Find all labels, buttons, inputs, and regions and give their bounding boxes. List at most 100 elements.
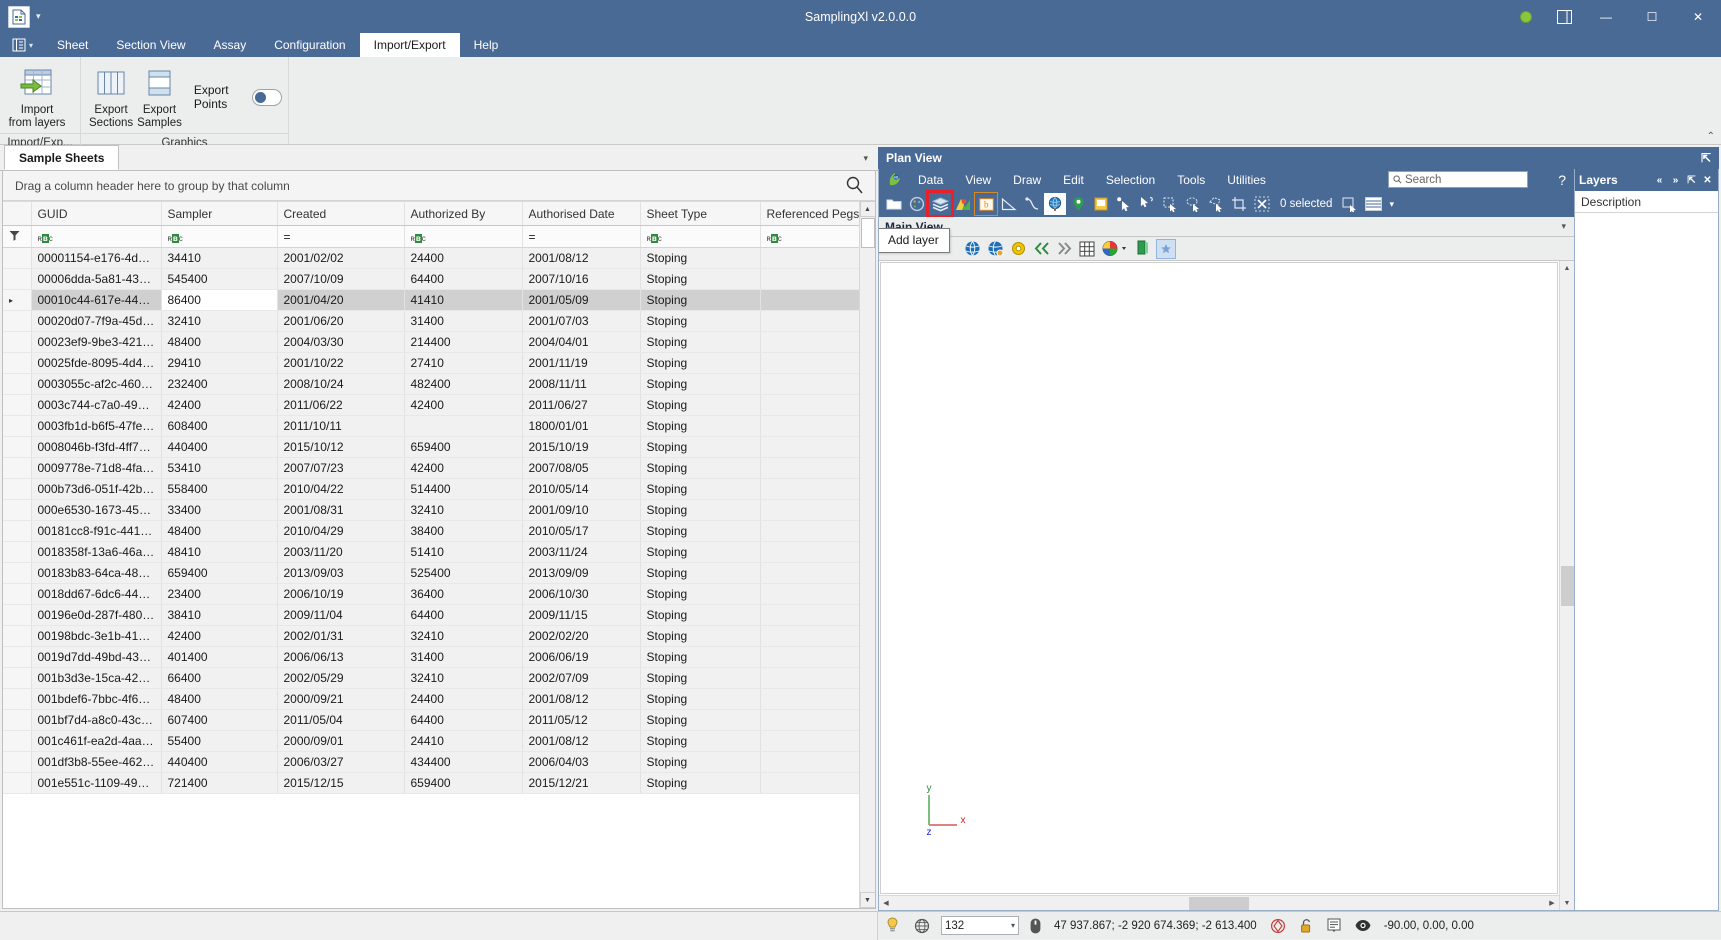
selection-copy-icon[interactable] (1339, 193, 1361, 215)
cell-referenced-pegs[interactable] (760, 290, 859, 311)
table-row[interactable]: 00001154-e176-4d27-...344102001/02/02244… (3, 248, 859, 269)
cell-guid[interactable]: 001c461f-ea2d-4aa1-8... (31, 731, 161, 752)
cell-referenced-pegs[interactable] (760, 353, 859, 374)
cell-referenced-pegs[interactable] (760, 374, 859, 395)
plan-view-search-box[interactable]: Search (1388, 171, 1528, 188)
cell-created[interactable]: 2002/01/31 (277, 626, 404, 647)
cell-authorized-by[interactable] (404, 416, 522, 437)
cell-sheet-type[interactable]: Stoping (640, 773, 760, 794)
cell-sampler[interactable]: 86400 (161, 290, 277, 311)
table-row[interactable]: 001bdef6-7bbc-4f62-a...484002000/09/2124… (3, 689, 859, 710)
table-row[interactable]: 0009778e-71d8-4faa-b...534102007/07/2342… (3, 458, 859, 479)
row-indicator[interactable] (3, 416, 31, 437)
canvas-scroll-up-button[interactable]: ▲ (1560, 261, 1574, 275)
cell-authorized-by[interactable]: 24410 (404, 731, 522, 752)
cell-authorized-by[interactable]: 64400 (404, 710, 522, 731)
cell-referenced-pegs[interactable] (760, 521, 859, 542)
tab-sheet[interactable]: Sheet (43, 33, 102, 57)
row-indicator[interactable] (3, 332, 31, 353)
cell-guid[interactable]: 0008046b-f3fd-4ff7-b... (31, 437, 161, 458)
cell-sampler[interactable]: 42400 (161, 626, 277, 647)
cell-authorised-date[interactable]: 2006/10/30 (522, 584, 640, 605)
cell-created[interactable]: 2001/06/20 (277, 311, 404, 332)
cell-referenced-pegs[interactable] (760, 332, 859, 353)
menu-edit[interactable]: Edit (1052, 169, 1095, 191)
filter-cell-guid[interactable]: ʀвᴄ (31, 226, 161, 248)
cell-sheet-type[interactable]: Stoping (640, 752, 760, 773)
plan-view-canvas[interactable]: y x z (880, 262, 1558, 894)
minimize-button[interactable]: — (1583, 0, 1629, 33)
cell-sampler[interactable]: 48400 (161, 689, 277, 710)
cell-sheet-type[interactable]: Stoping (640, 332, 760, 353)
table-row[interactable]: 0003c744-c7a0-492c-9...424002011/06/2242… (3, 395, 859, 416)
cell-guid[interactable]: 0018358f-13a6-46a8-8... (31, 542, 161, 563)
pin-icon[interactable]: ⇱ (1685, 175, 1698, 186)
cell-sheet-type[interactable]: Stoping (640, 416, 760, 437)
select-point-icon[interactable] (1113, 193, 1135, 215)
cell-created[interactable]: 2010/04/29 (277, 521, 404, 542)
menu-tools[interactable]: Tools (1166, 169, 1216, 191)
table-row[interactable]: 001df3b8-55ee-4624-b...4404002006/03/274… (3, 752, 859, 773)
layout-toggle-icon[interactable] (1545, 0, 1583, 33)
cell-referenced-pegs[interactable] (760, 689, 859, 710)
cell-referenced-pegs[interactable] (760, 437, 859, 458)
row-indicator[interactable] (3, 563, 31, 584)
cell-authorised-date[interactable]: 2001/08/12 (522, 731, 640, 752)
cell-sheet-type[interactable]: Stoping (640, 731, 760, 752)
cell-sheet-type[interactable]: Stoping (640, 542, 760, 563)
cell-sheet-type[interactable]: Stoping (640, 311, 760, 332)
tab-import-export[interactable]: Import/Export (360, 33, 460, 57)
cell-sampler[interactable]: 29410 (161, 353, 277, 374)
zoom-level-combo[interactable]: 132 ▾ (941, 916, 1019, 935)
bookmark-icon[interactable] (1133, 239, 1153, 259)
cell-sheet-type[interactable]: Stoping (640, 374, 760, 395)
map-pin-icon[interactable] (952, 193, 974, 215)
cell-guid[interactable]: 00001154-e176-4d27-... (31, 248, 161, 269)
cell-created[interactable]: 2015/12/15 (277, 773, 404, 794)
view-tab-caret-icon[interactable]: ▾ (1561, 221, 1566, 232)
cell-referenced-pegs[interactable] (760, 731, 859, 752)
cell-sampler[interactable]: 42400 (161, 395, 277, 416)
cell-authorized-by[interactable]: 64400 (404, 269, 522, 290)
cell-authorized-by[interactable]: 32410 (404, 626, 522, 647)
document-tab-caret-icon[interactable]: ▾ (863, 153, 868, 164)
cell-authorized-by[interactable]: 41410 (404, 290, 522, 311)
filter-cell-authorized-by[interactable]: ʀвᴄ (404, 226, 522, 248)
canvas-vscroll-thumb[interactable] (1561, 566, 1574, 606)
column-header-sheet-type[interactable]: Sheet Type (640, 202, 760, 226)
cell-referenced-pegs[interactable] (760, 542, 859, 563)
cell-authorized-by[interactable]: 214400 (404, 332, 522, 353)
cell-sampler[interactable]: 55400 (161, 731, 277, 752)
row-indicator[interactable] (3, 248, 31, 269)
cell-sampler[interactable]: 545400 (161, 269, 277, 290)
cell-referenced-pegs[interactable] (760, 752, 859, 773)
cell-referenced-pegs[interactable] (760, 626, 859, 647)
cell-authorized-by[interactable]: 482400 (404, 374, 522, 395)
cell-sheet-type[interactable]: Stoping (640, 605, 760, 626)
cell-referenced-pegs[interactable] (760, 416, 859, 437)
cell-referenced-pegs[interactable] (760, 395, 859, 416)
cell-authorized-by[interactable]: 27410 (404, 353, 522, 374)
cell-guid[interactable]: 0019d7dd-49bd-43c4-9... (31, 647, 161, 668)
cell-referenced-pegs[interactable] (760, 248, 859, 269)
table-row[interactable]: 00198bdc-3e1b-41cc-a...424002002/01/3132… (3, 626, 859, 647)
row-indicator[interactable] (3, 521, 31, 542)
object-browser-icon[interactable]: b (975, 193, 997, 215)
clear-selection-icon[interactable] (1251, 193, 1273, 215)
cell-authorised-date[interactable]: 2001/11/19 (522, 353, 640, 374)
cell-sampler[interactable]: 558400 (161, 479, 277, 500)
cell-sheet-type[interactable]: Stoping (640, 248, 760, 269)
cell-created[interactable]: 2006/03/27 (277, 752, 404, 773)
close-icon[interactable]: ✕ (1701, 175, 1714, 186)
cell-created[interactable]: 2007/07/23 (277, 458, 404, 479)
row-indicator[interactable] (3, 731, 31, 752)
cell-referenced-pegs[interactable] (760, 563, 859, 584)
select-arrow-icon[interactable] (1136, 193, 1158, 215)
tab-configuration[interactable]: Configuration (260, 33, 359, 57)
table-row[interactable]: 001e551c-1109-491-...7214002015/12/15659… (3, 773, 859, 794)
cell-guid[interactable]: 00023ef9-9be3-421f-9... (31, 332, 161, 353)
filter-cell-created[interactable]: = (277, 226, 404, 248)
open-folder-icon[interactable] (883, 193, 905, 215)
world-view-alt-icon[interactable] (985, 239, 1005, 259)
canvas-scroll-down-button[interactable]: ▼ (1560, 896, 1574, 910)
